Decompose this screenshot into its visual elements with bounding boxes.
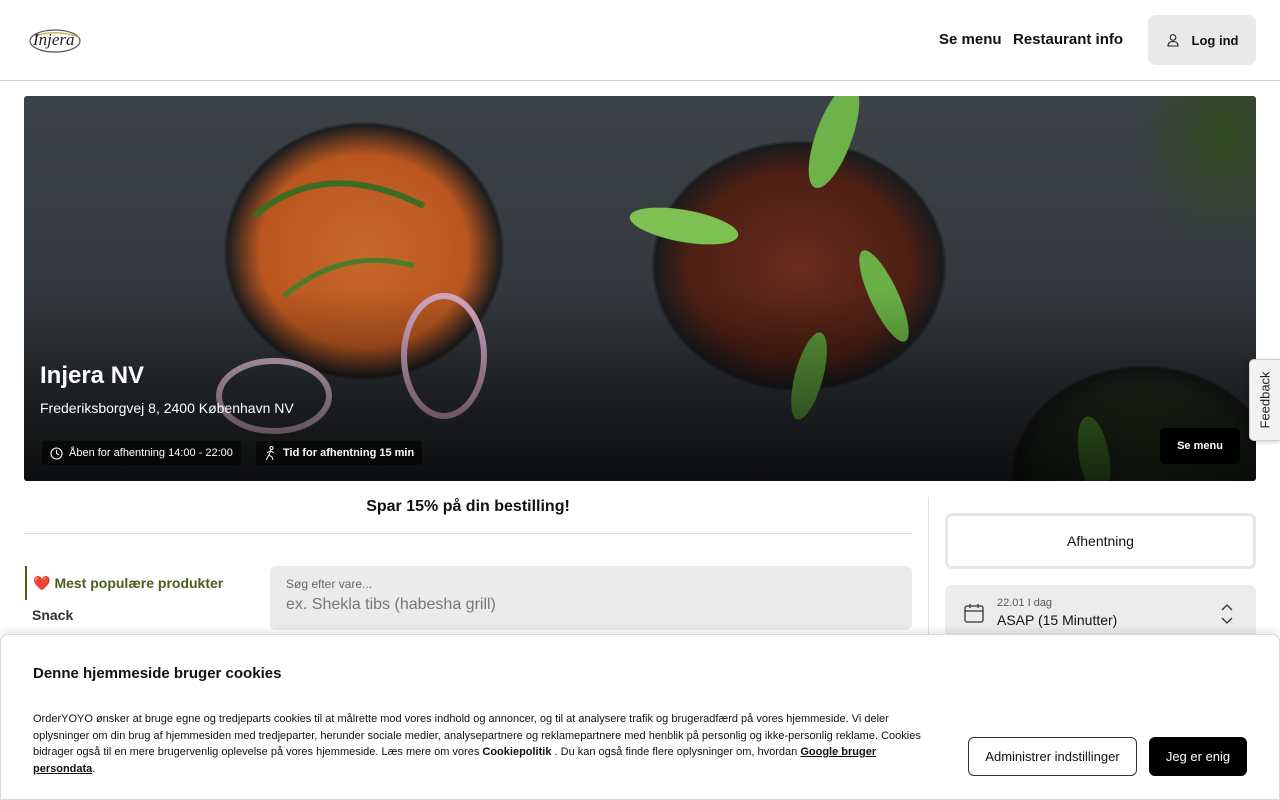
pickup-time-value: ASAP (15 Minutter) (997, 612, 1118, 628)
restaurant-logo[interactable]: Injera (29, 27, 83, 55)
category-label: Mest populære produkter (54, 575, 224, 591)
cookie-text-part: . (92, 762, 96, 775)
nav-see-menu[interactable]: Se menu (939, 31, 1002, 48)
pickup-time-text: Tid for afhentning 15 min (283, 447, 415, 459)
category-snack[interactable]: Snack (32, 607, 73, 623)
open-hours-badge: Åben for afhentning 14:00 - 22:00 (42, 441, 241, 465)
pickup-option[interactable]: Afhentning (945, 513, 1256, 569)
restaurant-name: Injera NV (40, 362, 145, 389)
logo-text: Injera (33, 30, 75, 49)
open-hours-text: Åben for afhentning 14:00 - 22:00 (69, 447, 233, 459)
manage-settings-button[interactable]: Administrer indstillinger (968, 737, 1137, 776)
pickup-date: 22.01 I dag (997, 597, 1053, 609)
nav-restaurant-info[interactable]: Restaurant info (1013, 31, 1123, 48)
site-header: Injera Se menu Restaurant info Log ind (0, 0, 1280, 81)
category-most-popular[interactable]: ❤️ Mest populære produkter (25, 566, 245, 600)
cookie-title: Denne hjemmeside bruger cookies (33, 665, 282, 682)
restaurant-address: Frederiksborgvej 8, 2400 København NV (40, 400, 294, 416)
calendar-icon (964, 604, 984, 623)
clock-icon (50, 446, 63, 460)
feedback-label: Feedback (1257, 371, 1273, 429)
search-label: Søg efter vare... (286, 577, 373, 591)
cookie-description: OrderYOYO ønsker at bruge egne og tredje… (33, 711, 925, 777)
cookie-text-part: . Du kan også finde flere oplysninger om… (551, 746, 801, 758)
column-divider (928, 497, 929, 637)
cookie-policy-link[interactable]: Cookiepolitik (482, 746, 551, 758)
user-icon (1166, 34, 1179, 47)
search-box[interactable]: Søg efter vare... (270, 566, 912, 630)
login-label: Log ind (1191, 32, 1239, 48)
feedback-tab[interactable]: Feedback (1249, 359, 1280, 441)
heart-icon: ❤️ (33, 574, 51, 591)
hero-see-menu-button[interactable]: Se menu (1160, 428, 1240, 464)
cookie-banner: Denne hjemmeside bruger cookies OrderYOY… (0, 634, 1280, 800)
search-input[interactable] (286, 594, 896, 616)
pickup-time-badge: Tid for afhentning 15 min (256, 441, 423, 465)
walking-icon (265, 445, 275, 460)
chevron-up-down-icon (1221, 604, 1233, 624)
promo-banner: Spar 15% på din bestilling! (24, 497, 912, 534)
login-button[interactable]: Log ind (1148, 15, 1256, 65)
agree-button[interactable]: Jeg er enig (1149, 737, 1247, 776)
hero-banner: Injera NV Frederiksborgvej 8, 2400 Køben… (24, 96, 1256, 481)
